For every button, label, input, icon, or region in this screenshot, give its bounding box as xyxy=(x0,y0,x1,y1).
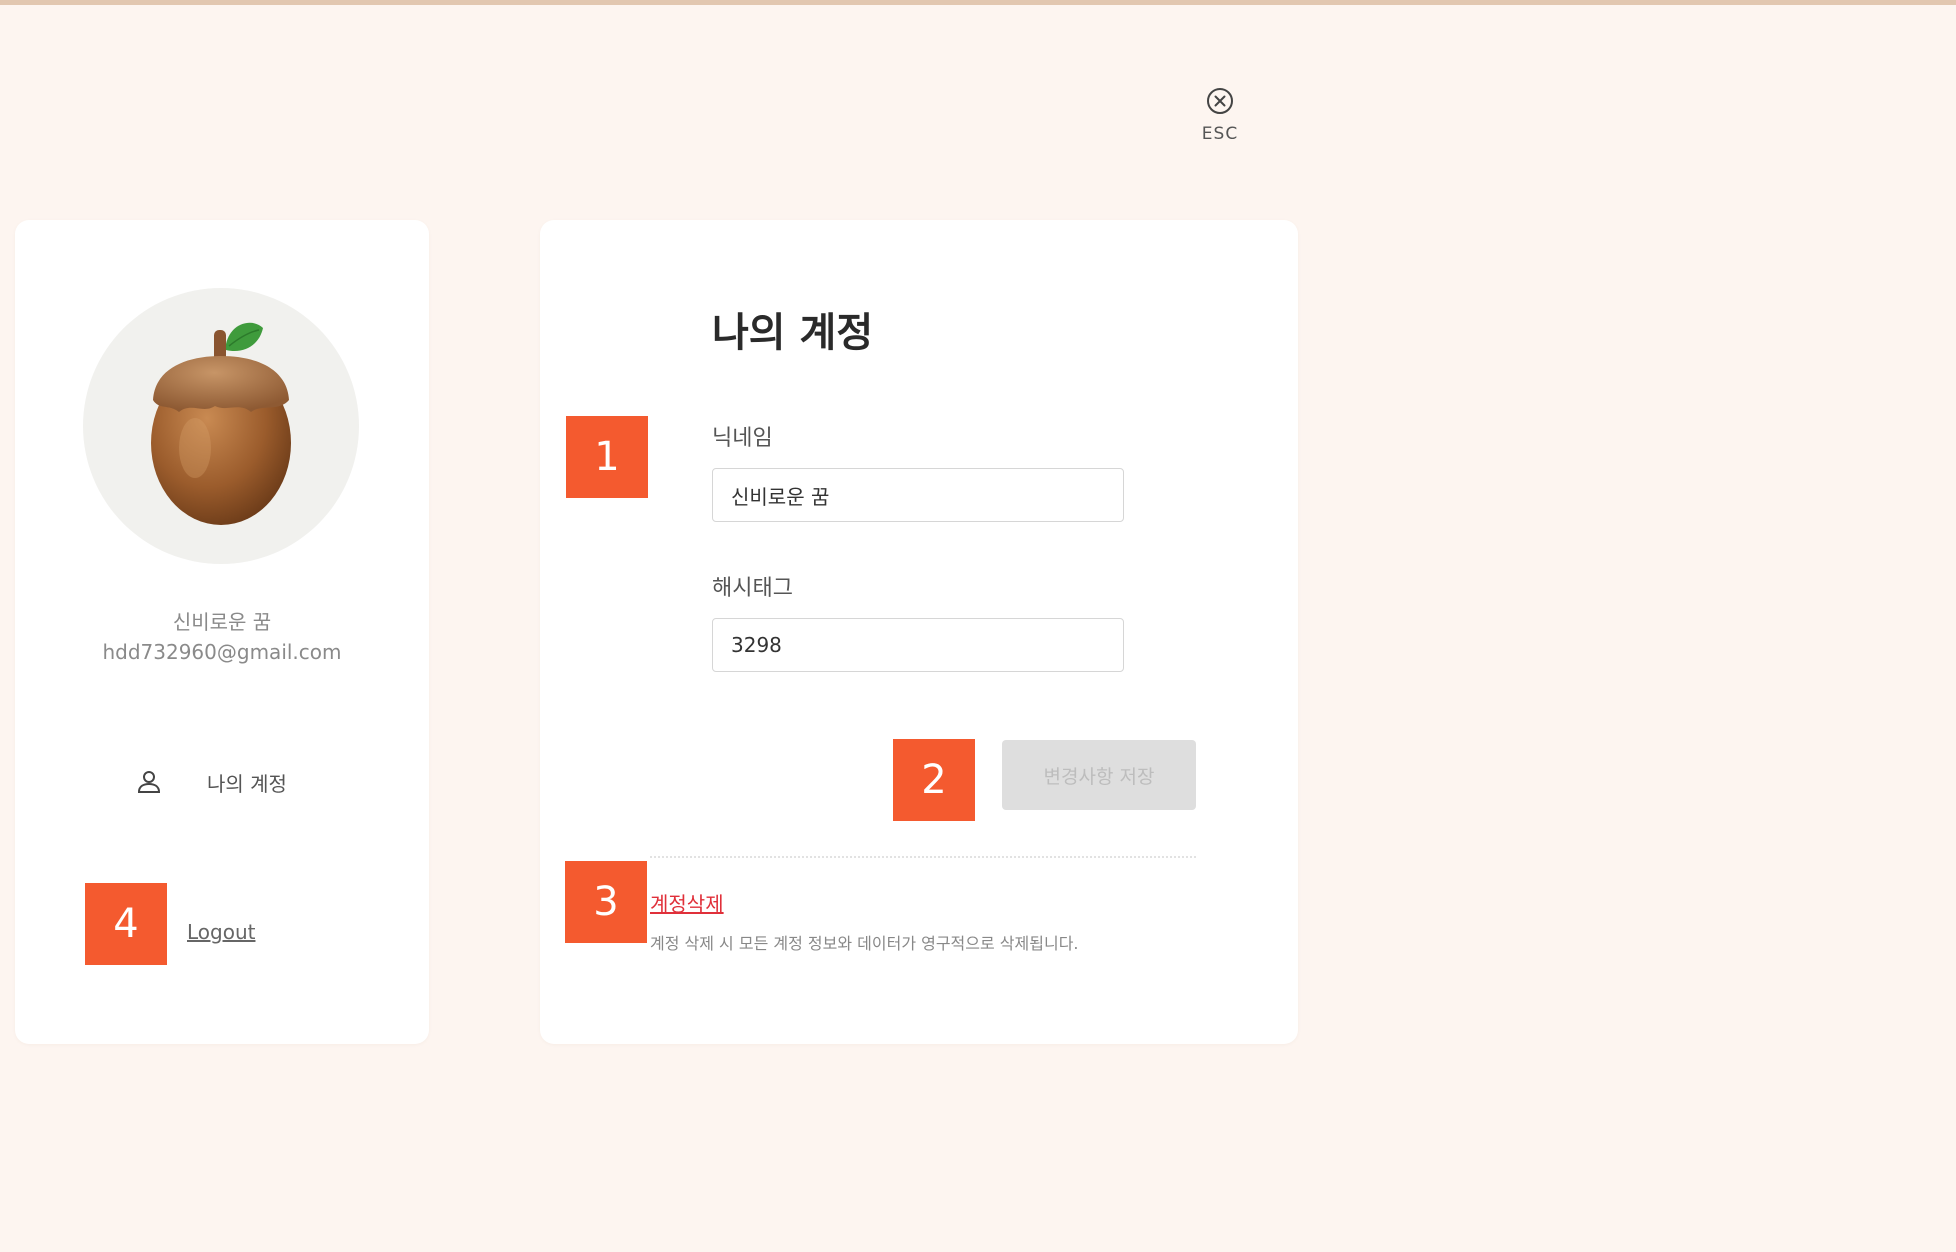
profile-sidebar: 신비로운 꿈 hdd732960@gmail.com 나의 계정 Logout xyxy=(15,220,429,1044)
delete-account-link[interactable]: 계정삭제 xyxy=(650,888,724,917)
close-circle-icon xyxy=(1207,88,1233,114)
divider xyxy=(650,856,1196,858)
hashtag-label: 해시태그 xyxy=(712,576,793,601)
avatar xyxy=(83,288,359,564)
hashtag-input[interactable] xyxy=(712,618,1124,672)
page-title: 나의 계정 xyxy=(712,310,874,356)
user-icon xyxy=(137,771,161,793)
profile-name: 신비로운 꿈 xyxy=(172,610,272,634)
save-changes-button[interactable]: 변경사항 저장 xyxy=(1002,740,1196,810)
acorn-avatar xyxy=(151,322,291,525)
sidebar-item-my-account[interactable]: 나의 계정 xyxy=(135,760,287,804)
close-button[interactable]: ESC xyxy=(1190,86,1250,144)
nickname-label: 닉네임 xyxy=(712,426,773,451)
annotation-marker-1: 1 xyxy=(566,416,648,498)
sidebar-item-label: 나의 계정 xyxy=(207,771,287,796)
esc-label: ESC xyxy=(1201,124,1239,144)
logout-link[interactable]: Logout xyxy=(187,920,255,944)
annotation-marker-3: 3 xyxy=(565,861,647,943)
account-panel: 나의 계정 닉네임 해시태그 변경사항 저장 계정삭제 계정 삭제 시 모든 계… xyxy=(540,220,1298,1044)
annotation-marker-2: 2 xyxy=(893,739,975,821)
top-border xyxy=(0,0,1956,5)
delete-account-description: 계정 삭제 시 모든 계정 정보와 데이터가 영구적으로 삭제됩니다. xyxy=(650,934,1079,953)
nickname-input[interactable] xyxy=(712,468,1124,522)
annotation-marker-4: 4 xyxy=(85,883,167,965)
profile-email: hdd732960@gmail.com xyxy=(102,640,342,664)
